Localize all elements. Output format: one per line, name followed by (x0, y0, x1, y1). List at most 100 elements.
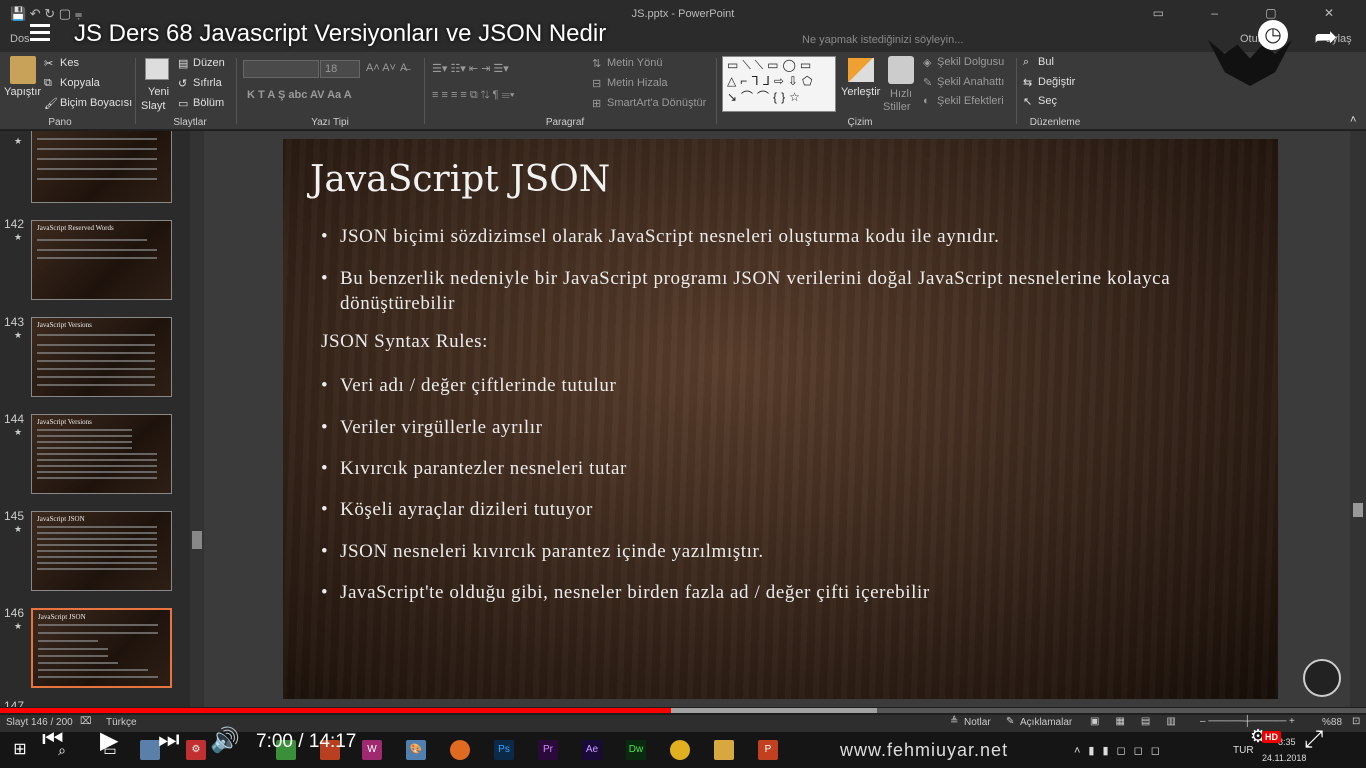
shape-outline-icon[interactable]: ✎ (923, 76, 932, 89)
slide-thumbnail[interactable]: JavaScript Versions (31, 317, 172, 397)
window-controls[interactable]: ▭ – ▢ ✕ (1153, 6, 1356, 20)
select-icon[interactable]: ↖ (1023, 95, 1032, 108)
next-icon[interactable]: ⏭ (158, 726, 180, 754)
font-name-input[interactable] (243, 60, 319, 78)
collapse-ribbon-icon[interactable]: ˄ (1350, 114, 1356, 126)
shape-effects-button[interactable]: Şekil Efektleri (937, 95, 1004, 107)
new-slide-button[interactable]: Yeni (148, 86, 169, 98)
copy-icon[interactable]: ⧉ (44, 77, 52, 90)
section-button[interactable]: Bölüm (193, 97, 224, 109)
rules-heading[interactable]: JSON Syntax Rules: (321, 331, 488, 353)
group-slides: Slaytlar (173, 117, 207, 128)
slide-bullet[interactable]: • Kıvırcık parantezler nesneleri tutar (321, 456, 1261, 481)
find-button[interactable]: Bul (1038, 56, 1054, 68)
slide-number: 145 (4, 509, 25, 523)
share-icon[interactable]: ➦ (1314, 20, 1337, 53)
text-direction-icon[interactable]: ⇅ (592, 57, 601, 70)
quick-styles-button[interactable]: Hızlı (890, 88, 912, 100)
new-slide-button-2[interactable]: Slayt (141, 100, 165, 112)
slide-bullet[interactable]: • JavaScript'te olduğu gibi, nesneler bir… (321, 580, 1261, 605)
reset-icon[interactable]: ↺ (178, 77, 187, 90)
clear-format-icon[interactable]: A̶ (400, 62, 407, 74)
shape-effects-icon[interactable]: ◐ (923, 95, 930, 107)
slide-number: 147 (4, 699, 25, 707)
font-size-input[interactable]: 18 (320, 60, 360, 78)
slide-number: 144 (4, 412, 25, 426)
previous-icon[interactable]: ⏮ (42, 726, 64, 754)
shape-outline-button[interactable]: Şekil Anahattı (937, 76, 1004, 88)
list-buttons[interactable]: ☰▾ ☷▾ ⇤ ⇥ ☰▾ (432, 62, 509, 75)
section-icon[interactable]: ▭ (178, 97, 188, 110)
ribbon: Yapıştır ✂ Kes ⧉ Kopyala 🖌 Biçim Boyacıs… (0, 52, 1366, 130)
slide-bullet[interactable]: • Veriler virgüllerle ayrılır (321, 415, 1261, 440)
reset-button[interactable]: Sıfırla (193, 77, 222, 89)
align-buttons[interactable]: ≡ ≡ ≡ ≡ ⧉ ⇅ ¶ ☰▾ (432, 89, 515, 102)
slide-title[interactable]: JavaScript JSON (310, 159, 610, 200)
layout-button[interactable]: Düzen (193, 57, 225, 69)
grow-font-button[interactable]: A˄ A˅ (366, 62, 396, 74)
video-title[interactable]: JS Ders 68 Javascript Versiyonları ve JS… (74, 20, 606, 48)
group-drawing: Çizim (847, 117, 873, 128)
paste-button[interactable]: Yapıştır (4, 86, 41, 98)
cut-button[interactable]: Kes (60, 57, 79, 69)
paste-icon[interactable] (10, 56, 36, 84)
duration: 14:17 (308, 731, 357, 752)
smartart-button[interactable]: SmartArt'a Dönüştür (607, 97, 706, 109)
text-direction-button[interactable]: Metin Yönü (607, 57, 662, 69)
font-format-buttons[interactable]: K T A Ş abc AV Aa A (247, 89, 352, 101)
tell-me-search[interactable]: Ne yapmak istediğinizi söyleyin... (802, 34, 963, 46)
group-font: Yazı Tipi (311, 117, 349, 128)
align-text-button[interactable]: Metin Hizala (607, 77, 668, 89)
slide-thumbnail-selected[interactable]: JavaScript JSON (31, 608, 172, 688)
arrange-icon[interactable] (848, 58, 874, 82)
volume-icon[interactable]: 🔊 (210, 726, 240, 755)
copy-button[interactable]: Kopyala (60, 77, 100, 89)
play-icon[interactable]: ▶ (100, 726, 118, 755)
tab-file[interactable]: Dos (10, 33, 30, 45)
shapes-gallery[interactable]: ▭⟍⟍▭◯▭ △⌐ᒣᒧ⇨⇩⬠ ↘⌒⌒{}☆ (722, 56, 836, 112)
replace-icon[interactable]: ⇆ (1023, 76, 1032, 89)
slide-thumbnail[interactable]: JavaScript JSON (31, 511, 172, 591)
shape-fill-button[interactable]: Şekil Dolgusu (937, 56, 1004, 68)
find-icon[interactable]: ⌕ (1023, 56, 1029, 69)
slide-scrollbar[interactable] (1350, 131, 1366, 707)
slide-bullet[interactable]: • Bu benzerlik nedeniyle bir JavaScript p… (321, 266, 1261, 316)
slide-thumbnail[interactable] (31, 131, 172, 203)
slide-number: 142 (4, 217, 25, 231)
progress-played (0, 708, 671, 713)
slide-thumbnails-pane: ★ 142 ★ JavaScript Reserved Words 143 ★ … (0, 131, 190, 707)
select-button[interactable]: Seç (1038, 95, 1057, 107)
cut-icon[interactable]: ✂ (44, 57, 53, 70)
menu-icon[interactable] (30, 24, 50, 42)
shape-fill-icon[interactable]: ◈ (923, 56, 931, 69)
slide-thumbnail[interactable]: JavaScript Reserved Words (31, 220, 172, 300)
time-display: 7:00 / 14:17 (256, 731, 357, 752)
arrange-button[interactable]: Yerleştir (841, 86, 880, 98)
group-clipboard: Pano (48, 117, 72, 128)
replace-button[interactable]: Değiştir (1038, 76, 1075, 88)
video-controls: ⏮ ▶ ⏭ 🔊 ⚙ ⤢ (0, 726, 1366, 756)
format-painter-button[interactable]: Biçim Boyacısı (60, 97, 132, 109)
quick-styles-icon[interactable] (888, 56, 914, 84)
fullscreen-exit-icon[interactable]: ⤢ (1304, 726, 1323, 754)
watermark-logo (1303, 659, 1341, 697)
thumbnail-scrollbar[interactable] (190, 131, 204, 707)
smartart-icon[interactable]: ⊞ (592, 97, 601, 110)
slide-bullet[interactable]: • JSON nesneleri kıvırcık parantez içinde… (321, 539, 1261, 564)
group-editing: Düzenleme (1029, 117, 1081, 128)
slide-bullet[interactable]: • Veri adı / değer çiftlerinde tutulur (321, 373, 1261, 398)
current-slide[interactable]: JavaScript JSON • JSON biçimi sözdizimsel… (283, 139, 1278, 699)
group-paragraph: Paragraf (545, 117, 585, 128)
align-text-icon[interactable]: ⊟ (592, 77, 601, 90)
watch-later-icon[interactable]: ◷ (1258, 20, 1288, 50)
hd-badge: HD (1262, 731, 1281, 743)
slide-thumbnail[interactable]: JavaScript Versions (31, 414, 172, 494)
layout-icon[interactable]: ▤ (178, 57, 188, 70)
slide-bullet[interactable]: • JSON biçimi sözdizimsel olarak JavaScri… (321, 224, 1261, 249)
format-painter-icon[interactable]: 🖌 (44, 97, 58, 110)
quick-styles-button-2[interactable]: Stiller (883, 101, 911, 113)
current-time: 7:00 (256, 731, 293, 752)
slide-bullet[interactable]: • Köşeli ayraçlar dizileri tutuyor (321, 497, 1261, 522)
new-slide-icon[interactable] (145, 58, 169, 80)
slide-number: 143 (4, 315, 25, 329)
